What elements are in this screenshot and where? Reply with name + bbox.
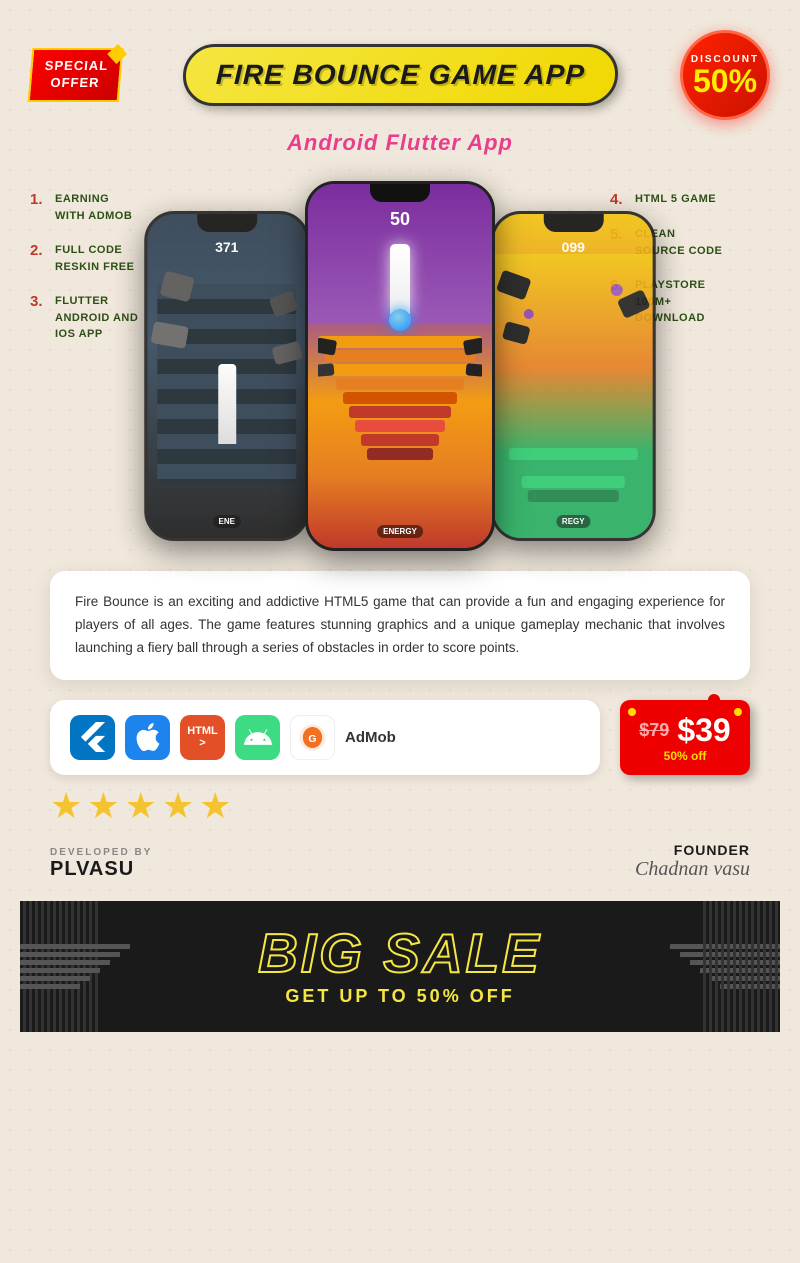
special-offer-text: SPECIAL OFFER [43,58,109,92]
phone-right: 099 [491,211,656,541]
phones-container: 371 ENE [200,171,600,551]
star-5: ★ [199,785,231,827]
feature-text-3: FLUTTERANDROID ANDIOS APP [55,293,138,343]
price-off: 50% off [638,749,732,763]
phone-screen-center: 50 [308,184,492,548]
description-box: Fire Bounce is an exciting and addictive… [50,571,750,680]
founder-label: FOUNDER [635,842,750,858]
phone-notch-right [543,214,603,232]
feature-number-2: 2. [30,242,50,259]
features-phone-section: 1. EARNINGWITH ADMOB 2. FULL CODERESKIN … [30,171,770,551]
price-tag: $79 $39 50% off [620,700,750,775]
appstore-icon [125,715,170,760]
phone-center: 50 [305,181,495,551]
feature-number-1: 1. [30,191,50,208]
discount-badge: DISCOUNT 50% [680,30,770,120]
phone-screen-left: 371 ENE [147,214,306,538]
app-title: FIRE BOUNCE GAME APP [216,59,586,91]
android-icon [235,715,280,760]
old-price: $79 [639,720,669,741]
star-2: ★ [87,785,119,827]
star-4: ★ [162,785,194,827]
description-text: Fire Bounce is an exciting and addictive… [75,591,725,660]
tech-price-section: HTML> G AdMob [50,700,750,775]
bottom-banner: BIG SALE GET UP TO 50% OFF [20,901,780,1032]
tech-icons-row: HTML> G AdMob [50,700,600,775]
star-3: ★ [125,785,157,827]
star-1: ★ [50,785,82,827]
energy-bar-right: REGY [556,515,591,528]
svg-text:G: G [308,733,316,745]
page-wrapper: SPECIAL OFFER FIRE BOUNCE GAME APP DISCO… [0,0,800,1263]
feature-item-4: 4. HTML 5 GAME [610,191,770,208]
header: SPECIAL OFFER FIRE BOUNCE GAME APP DISCO… [20,20,780,120]
energy-bar-left: ENE [213,515,241,528]
developer-section: DEVELOPED BY PLVASU FOUNDER Chadnan vasu [50,842,750,881]
phone-score-right: 099 [494,239,653,255]
admob-label: AdMob [345,729,396,746]
phone-screen-right: 099 [494,214,653,538]
energy-bar-center: ENERGY [377,525,423,538]
founder-name: Chadnan vasu [635,858,750,881]
feature-text-2: FULL CODERESKIN FREE [55,242,134,275]
stars-row: ★ ★ ★ ★ ★ [20,780,780,832]
admob-icon: G [290,715,335,760]
dev-name: PLVASU [50,858,152,881]
flutter-icon [70,715,115,760]
feature-text-4: HTML 5 GAME [635,191,716,208]
phone-notch-left [197,214,257,232]
phone-score-center: 50 [308,209,492,230]
dev-right: FOUNDER Chadnan vasu [635,842,750,881]
html5-icon: HTML> [180,715,225,760]
phone-left: 371 ENE [144,211,309,541]
phone-notch-center [370,184,430,202]
dev-left: DEVELOPED BY PLVASU [50,847,152,881]
new-price: $39 [677,712,730,749]
dev-by-label: DEVELOPED BY [50,847,152,858]
discount-pct: 50% [693,65,757,97]
feature-text-1: EARNINGWITH ADMOB [55,191,132,224]
feature-number-3: 3. [30,293,50,310]
subtitle: Android Flutter App [20,130,780,156]
phone-score-left: 371 [147,239,306,255]
special-offer-badge: SPECIAL OFFER [28,48,124,102]
price-string: $79 $39 [638,712,732,749]
feature-number-4: 4. [610,191,630,208]
title-banner: FIRE BOUNCE GAME APP [182,44,619,106]
